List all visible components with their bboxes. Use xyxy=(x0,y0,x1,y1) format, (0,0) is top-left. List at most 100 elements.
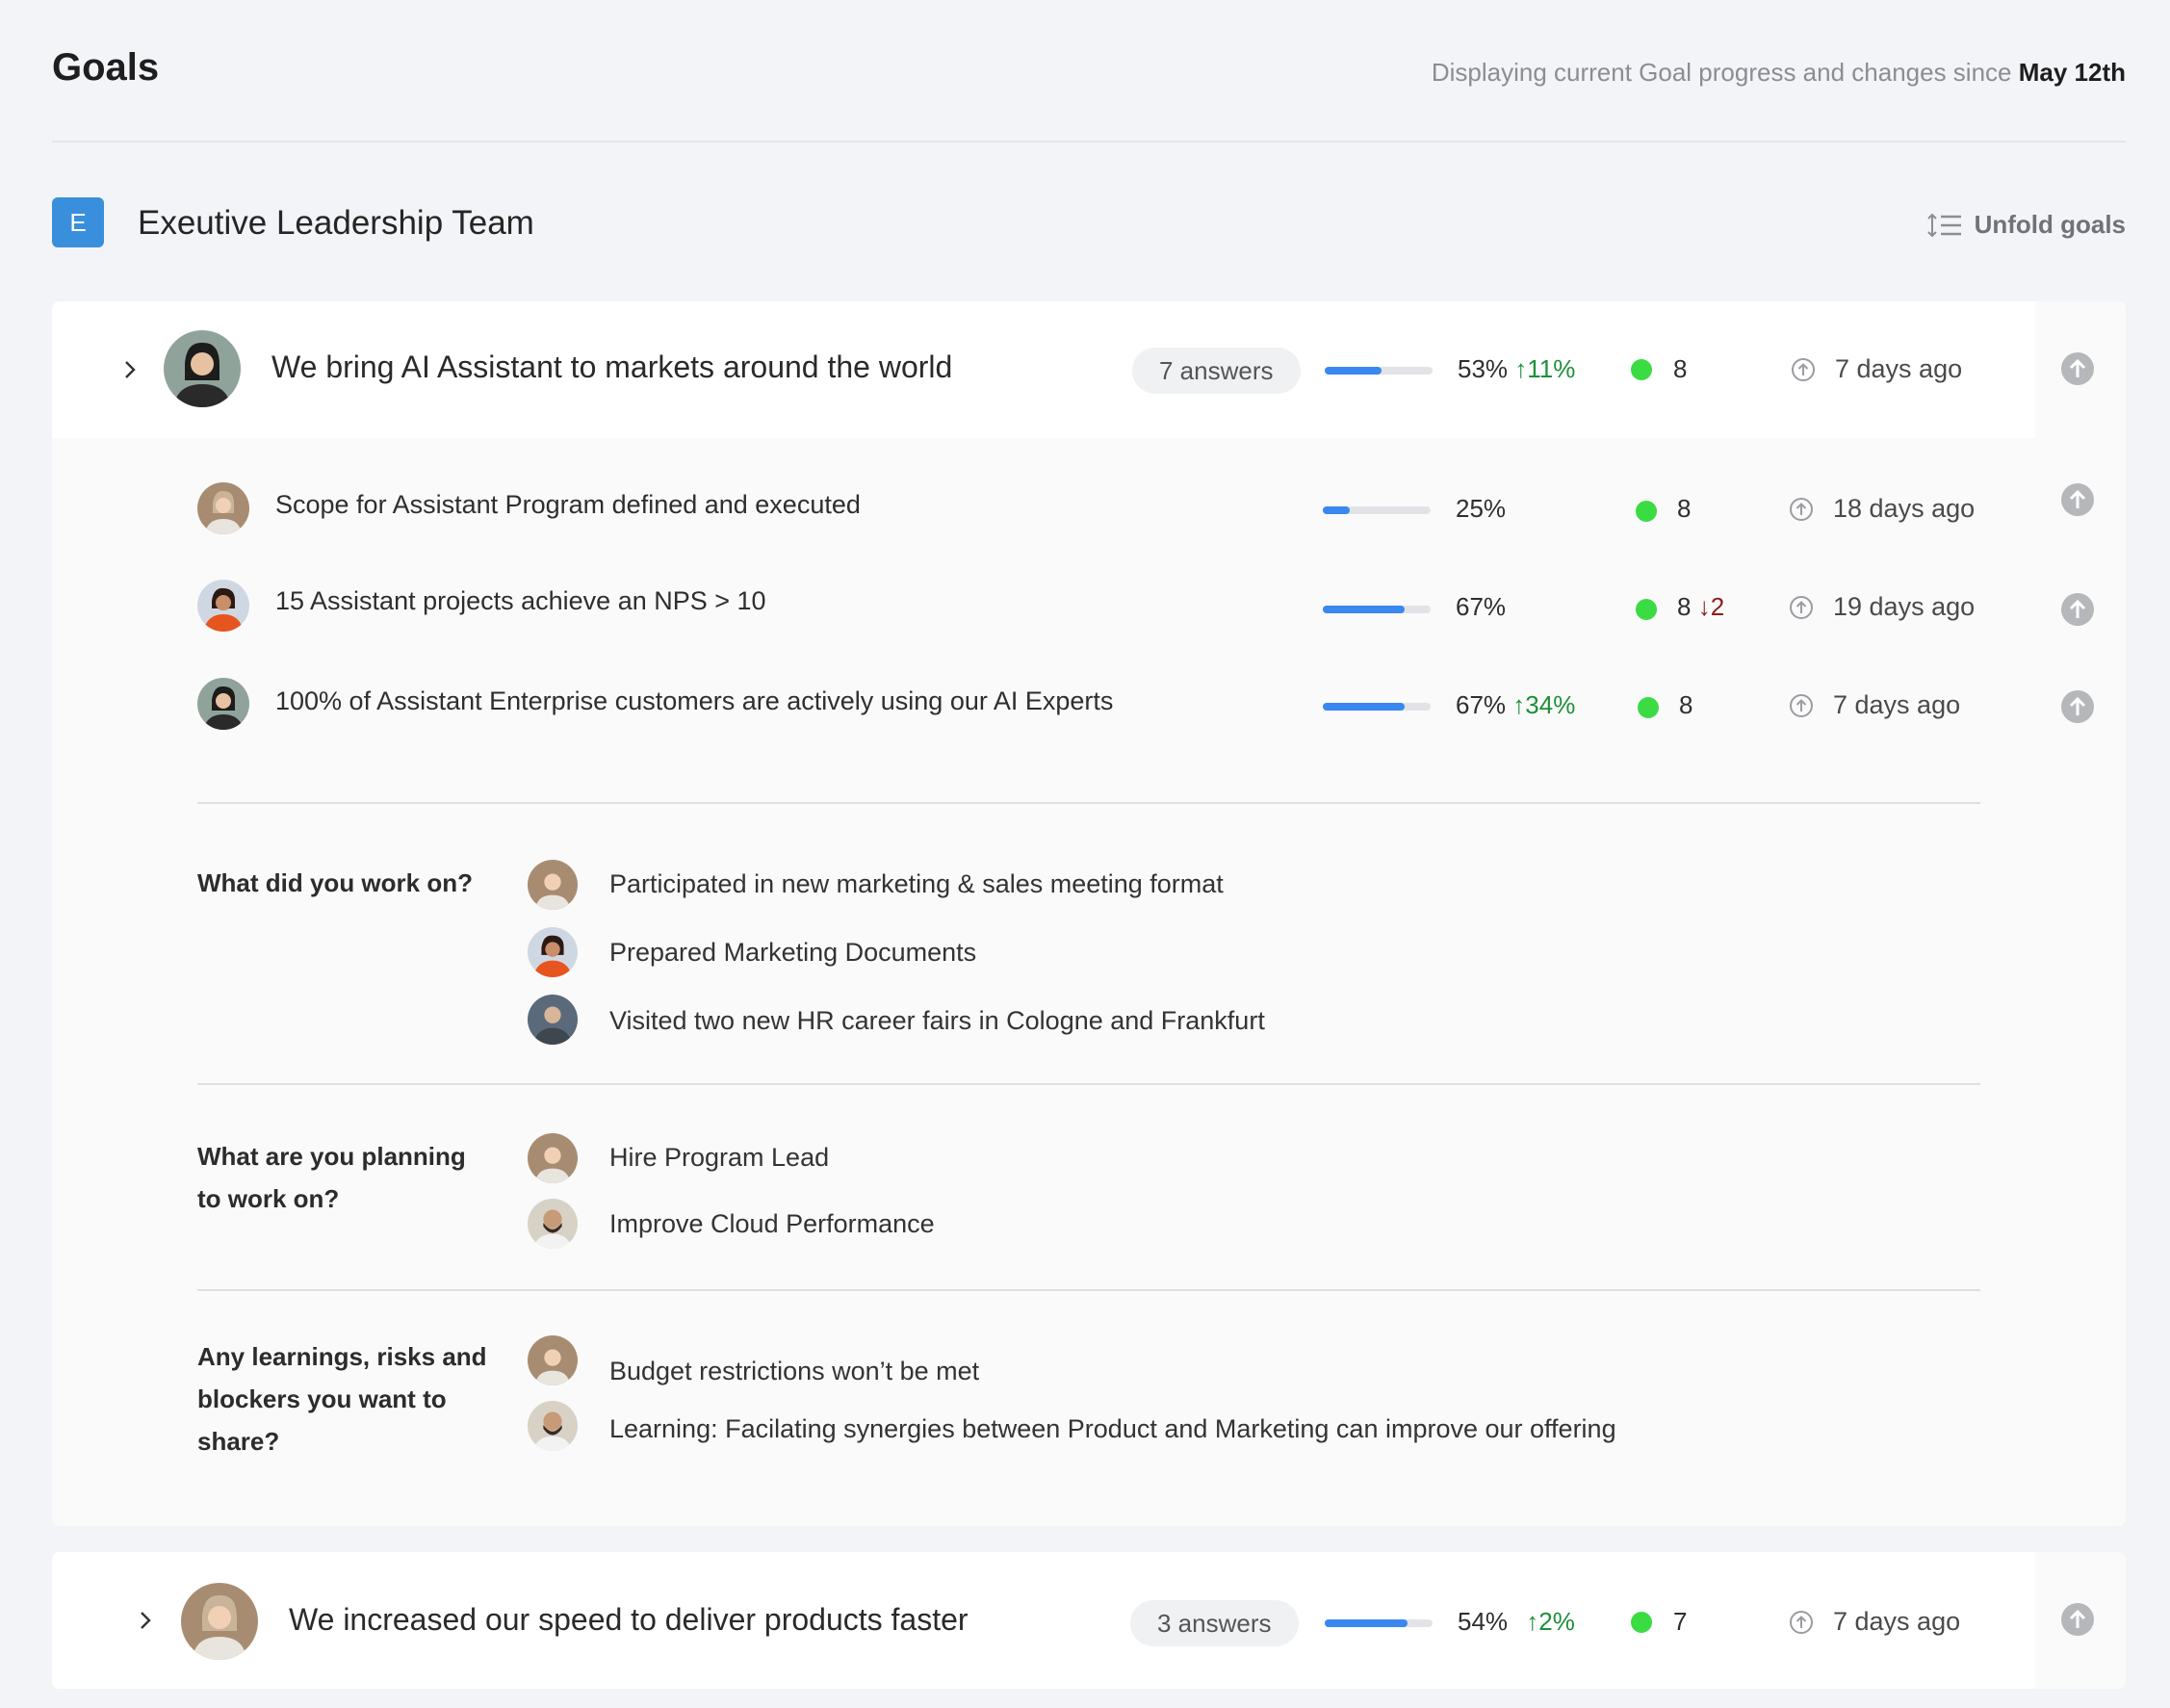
upload-circle-icon[interactable] xyxy=(2060,1602,2095,1637)
team-name: Exeutive Leadership Team xyxy=(138,204,534,242)
subgoal-title[interactable]: 100% of Assistant Enterprise customers a… xyxy=(275,686,1113,716)
subgoal-title[interactable]: 15 Assistant projects achieve an NPS > 1… xyxy=(275,586,766,616)
answer-text: Learning: Facilating synergies between P… xyxy=(609,1414,1616,1443)
arrow-down-icon: ↓ xyxy=(1697,592,1711,621)
owner-avatar xyxy=(181,1583,258,1660)
answer-avatar xyxy=(528,1199,578,1249)
status-dot xyxy=(1631,359,1652,380)
upload-circle-icon[interactable] xyxy=(2060,351,2095,386)
goals-page: Goals Displaying current Goal progress a… xyxy=(0,0,2170,1708)
answer-avatar xyxy=(528,1133,578,1183)
answer-avatar xyxy=(528,860,578,910)
delta-up: ↑ 2% xyxy=(1526,1607,1575,1636)
answer-avatar xyxy=(528,1401,578,1451)
answer-avatar xyxy=(528,927,578,977)
progress-percent: 53% ↑11% xyxy=(1458,354,1575,384)
percent-value: 54% xyxy=(1458,1607,1509,1636)
delta-up: ↑11% xyxy=(1514,354,1575,383)
unfold-label: Unfold goals xyxy=(1974,210,2126,239)
goal-title[interactable]: We increased our speed to deliver produc… xyxy=(289,1602,969,1638)
count-value: 8 xyxy=(1677,592,1692,621)
upload-circle-icon[interactable] xyxy=(2060,689,2095,724)
updated-time: 7 days ago xyxy=(1835,354,1963,383)
since-label: Displaying current Goal progress and cha… xyxy=(1431,58,2019,87)
question-label: What did you work on? xyxy=(197,868,473,897)
upload-circle-icon[interactable] xyxy=(2060,592,2095,627)
arrow-up-circle-icon xyxy=(1792,358,1815,381)
unfold-goals-button[interactable]: Unfold goals xyxy=(1926,210,2126,240)
progress-fill xyxy=(1323,506,1350,514)
progress-fill xyxy=(1323,606,1406,613)
subgoal-avatar xyxy=(197,580,249,632)
team-badge: E xyxy=(52,197,104,247)
answers-pill[interactable]: 7 answers xyxy=(1132,348,1301,394)
page-title: Goals xyxy=(52,46,160,89)
delta-up: ↑34% xyxy=(1512,690,1575,719)
sort-list-icon xyxy=(1926,213,1961,237)
delta-value: 34% xyxy=(1525,690,1576,719)
goal-card: We bring AI Assistant to markets around … xyxy=(52,301,2126,1526)
percent-value: 67% xyxy=(1456,592,1507,621)
check-in-count: 8 xyxy=(1679,690,1693,719)
answers-pill[interactable]: 3 answers xyxy=(1130,1600,1299,1646)
check-in-count: 7 xyxy=(1673,1607,1688,1636)
progress-fill xyxy=(1323,703,1406,711)
check-in-count: 8 xyxy=(1677,494,1692,523)
progress-percent: 54% ↑ 2% xyxy=(1458,1607,1575,1637)
arrow-up-circle-icon xyxy=(1790,596,1813,619)
section-divider xyxy=(197,802,1980,804)
question-label: What are you planning to work on? xyxy=(197,1142,466,1213)
goal-row[interactable]: We increased our speed to deliver produc… xyxy=(52,1552,2035,1689)
section-divider xyxy=(197,1083,1980,1085)
count-delta-down: ↓ 2 xyxy=(1698,592,1724,621)
progress-bar xyxy=(1325,367,1433,375)
progress-fill xyxy=(1325,1619,1408,1627)
answer-text: Participated in new marketing & sales me… xyxy=(609,869,1224,898)
subgoal-avatar xyxy=(197,482,249,534)
answer-avatar xyxy=(528,1335,578,1385)
percent-value: 25% xyxy=(1456,494,1507,523)
arrow-up-circle-icon xyxy=(1790,1611,1813,1634)
arrow-up-icon: ↑ xyxy=(1514,354,1528,383)
answer-text: Visited two new HR career fairs in Colog… xyxy=(609,1006,1265,1035)
answer-text: Budget restrictions won’t be met xyxy=(609,1357,980,1385)
progress-fill xyxy=(1325,367,1382,375)
arrow-up-icon: ↑ xyxy=(1526,1607,1539,1636)
percent-value: 67% xyxy=(1456,690,1507,719)
subgoal-title[interactable]: Scope for Assistant Program defined and … xyxy=(275,490,861,520)
subgoal-avatar xyxy=(197,678,249,730)
upload-circle-icon[interactable] xyxy=(2060,482,2095,517)
answer-text: Prepared Marketing Documents xyxy=(609,938,977,967)
updated-time: 7 days ago xyxy=(1833,690,1961,719)
arrow-up-circle-icon xyxy=(1790,694,1813,717)
status-dot xyxy=(1636,599,1657,620)
arrow-up-circle-icon xyxy=(1790,498,1813,521)
updated-time: 19 days ago xyxy=(1833,592,1976,621)
status-dot xyxy=(1638,697,1659,718)
section-divider xyxy=(197,1289,1980,1291)
goal-row[interactable]: We bring AI Assistant to markets around … xyxy=(52,301,2035,438)
since-text: Displaying current Goal progress and cha… xyxy=(1432,58,2126,88)
answer-text: Improve Cloud Performance xyxy=(609,1209,935,1238)
status-dot xyxy=(1636,501,1657,522)
goal-title[interactable]: We bring AI Assistant to markets around … xyxy=(271,349,952,385)
check-in-count: 8 xyxy=(1673,354,1688,383)
chevron-right-icon[interactable] xyxy=(119,359,141,380)
progress-bar xyxy=(1323,606,1431,613)
answer-avatar xyxy=(528,995,578,1045)
percent-value: 53% xyxy=(1458,354,1509,383)
answer-text: Hire Program Lead xyxy=(609,1143,830,1172)
owner-avatar xyxy=(164,330,241,407)
check-in-count: 8 ↓ 2 xyxy=(1677,592,1724,622)
progress-percent: 67% ↑34% xyxy=(1456,690,1575,720)
progress-bar xyxy=(1323,703,1431,711)
arrow-up-icon: ↑ xyxy=(1512,690,1526,719)
header-divider xyxy=(52,141,2126,142)
updated-time: 7 days ago xyxy=(1833,1607,1961,1636)
chevron-right-icon[interactable] xyxy=(135,1610,156,1631)
delta-value: 11% xyxy=(1527,354,1576,383)
since-date: May 12th xyxy=(2018,58,2126,87)
count-delta-value: 2 xyxy=(1710,592,1725,621)
delta-value: 2% xyxy=(1538,1607,1575,1636)
progress-bar xyxy=(1323,506,1431,514)
